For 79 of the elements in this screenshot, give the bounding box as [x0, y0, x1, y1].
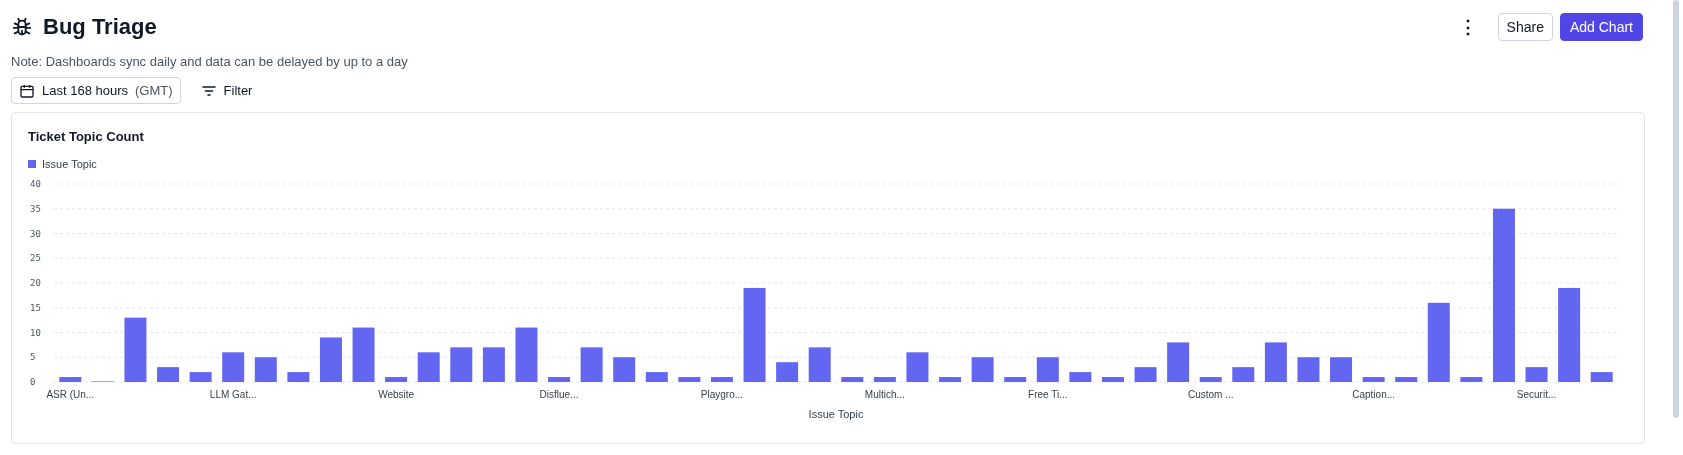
- bar[interactable]: [1036, 357, 1059, 382]
- bar[interactable]: [385, 377, 408, 382]
- bar[interactable]: [1199, 377, 1222, 382]
- y-tick-label: 15: [30, 302, 41, 313]
- bar[interactable]: [906, 352, 929, 382]
- bar[interactable]: [1330, 357, 1353, 382]
- bar[interactable]: [1101, 377, 1124, 382]
- bar[interactable]: [971, 357, 994, 382]
- bar[interactable]: [1297, 357, 1320, 382]
- chart-title: Ticket Topic Count: [28, 129, 144, 144]
- bar[interactable]: [808, 347, 831, 382]
- y-tick-label: 35: [30, 203, 41, 214]
- x-tick-label: ASR (Un...: [46, 389, 95, 400]
- y-tick-label: 0: [30, 377, 36, 387]
- bar[interactable]: [710, 377, 733, 382]
- calendar-icon: [19, 82, 35, 99]
- x-tick-label: Securit...: [1516, 389, 1557, 400]
- x-tick-label: Disflue...: [539, 389, 579, 400]
- x-tick-label: Website: [378, 389, 415, 400]
- bar[interactable]: [222, 352, 245, 382]
- bar[interactable]: [1167, 342, 1190, 382]
- y-tick-label: 10: [30, 327, 41, 338]
- filter-icon: [200, 83, 217, 98]
- share-button[interactable]: Share: [1497, 13, 1553, 41]
- bar[interactable]: [254, 357, 277, 382]
- bug-icon: [11, 16, 33, 38]
- x-axis-title: Issue Topic: [808, 408, 864, 420]
- y-tick-label: 5: [30, 352, 36, 363]
- bar[interactable]: [450, 347, 473, 382]
- x-tick-label: Multich...: [864, 389, 905, 400]
- bar[interactable]: [776, 362, 799, 382]
- add-chart-button[interactable]: Add Chart: [1559, 13, 1643, 41]
- bar[interactable]: [873, 377, 896, 382]
- bar[interactable]: [1427, 302, 1450, 382]
- bar[interactable]: [1264, 342, 1287, 382]
- date-range-button[interactable]: Last 168 hours (GMT): [11, 77, 181, 104]
- bar[interactable]: [1525, 367, 1548, 382]
- x-tick-label: Caption...: [1352, 389, 1396, 400]
- bar[interactable]: [1395, 377, 1418, 382]
- bar[interactable]: [841, 377, 864, 382]
- bar[interactable]: [189, 372, 212, 382]
- more-menu-button[interactable]: ⋮: [1454, 13, 1481, 41]
- bar[interactable]: [613, 357, 636, 382]
- bar[interactable]: [1558, 287, 1581, 382]
- x-tick-label: Custom ...: [1187, 389, 1234, 400]
- bar[interactable]: [939, 377, 962, 382]
- y-tick-label: 40: [30, 179, 41, 189]
- bar[interactable]: [124, 317, 147, 382]
- bar[interactable]: [1069, 372, 1092, 382]
- bar[interactable]: [1134, 367, 1157, 382]
- bar[interactable]: [1590, 372, 1613, 382]
- bar[interactable]: [482, 347, 505, 382]
- bar[interactable]: [1362, 377, 1385, 382]
- bar[interactable]: [59, 377, 82, 382]
- bar[interactable]: [743, 287, 766, 382]
- bar[interactable]: [417, 352, 440, 382]
- bar[interactable]: [1004, 377, 1027, 382]
- bar[interactable]: [1492, 208, 1515, 382]
- y-tick-label: 25: [30, 253, 41, 264]
- bar[interactable]: [352, 327, 375, 382]
- bar[interactable]: [548, 377, 571, 382]
- y-tick-label: 20: [30, 278, 41, 288]
- bar[interactable]: [157, 367, 180, 382]
- bar[interactable]: [287, 372, 310, 382]
- bar[interactable]: [515, 327, 538, 382]
- scrollbar[interactable]: [1673, 0, 1679, 418]
- bar[interactable]: [678, 377, 701, 382]
- sync-note: Note: Dashboards sync daily and data can be delayed by up to a day: [11, 54, 409, 69]
- legend-label: Issue Topic: [42, 158, 97, 170]
- x-tick-label: Free Ti...: [1028, 389, 1068, 400]
- x-tick-label: LLM Gat...: [209, 389, 257, 400]
- x-tick-label: Playgro...: [700, 389, 744, 400]
- bar[interactable]: [645, 372, 668, 382]
- bar[interactable]: [1232, 367, 1255, 382]
- y-tick-label: 30: [30, 228, 41, 239]
- bar[interactable]: [580, 347, 603, 382]
- bar[interactable]: [319, 337, 342, 382]
- page-title: Bug Triage: [43, 14, 157, 40]
- bar[interactable]: [1460, 377, 1483, 382]
